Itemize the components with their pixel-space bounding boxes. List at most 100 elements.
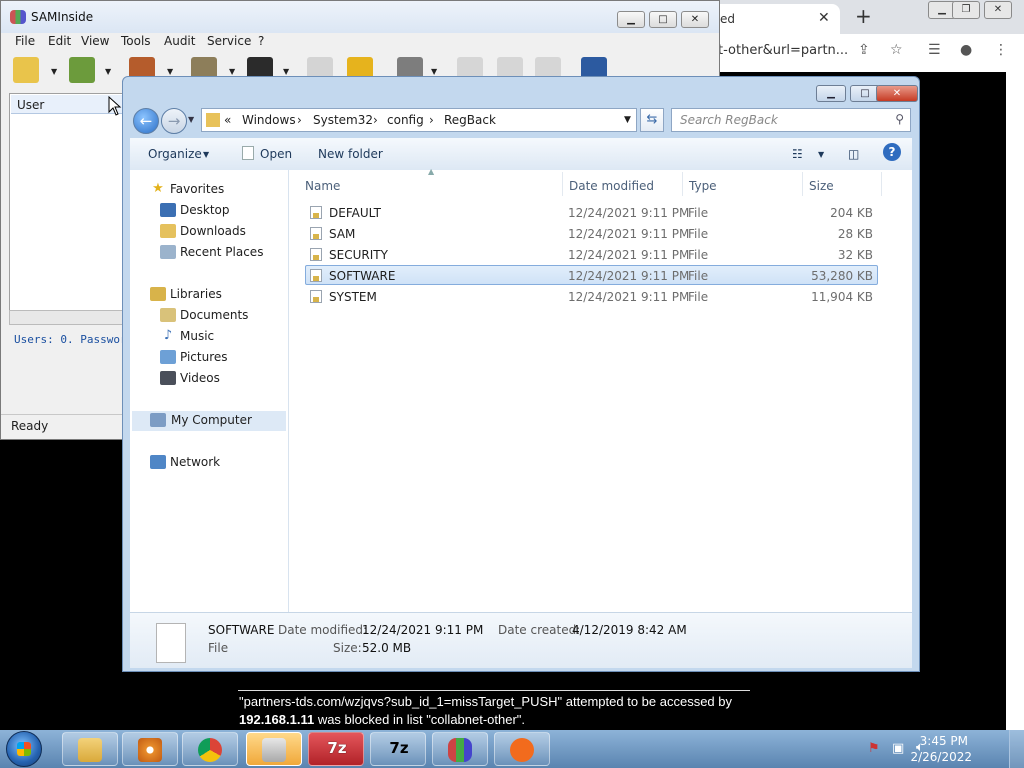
chevron-down-icon[interactable]: ▼ [167,67,173,76]
taskbar-7zip[interactable]: 7z [308,732,364,766]
chevron-down-icon[interactable]: ▼ [229,67,235,76]
show-desktop-button[interactable] [1009,730,1024,768]
chevron-right-icon[interactable]: › [373,113,378,127]
close-icon[interactable]: ✕ [681,11,709,28]
profile-icon[interactable]: ● [960,42,972,58]
nav-desktop[interactable]: Desktop [160,201,280,221]
column-header-size[interactable]: Size [802,172,882,196]
address-dropdown-icon[interactable]: ▼ [624,115,631,125]
downloads-folder-icon [160,224,176,238]
locked-file-icon [310,290,322,303]
chevron-down-icon[interactable]: ▼ [431,67,437,76]
reading-list-icon[interactable]: ☰ [928,42,941,58]
import-icon[interactable] [69,57,95,83]
minimize-icon[interactable]: ▁ [816,85,846,102]
close-tab-icon[interactable]: ✕ [818,10,830,26]
minimize-icon[interactable]: ▁ [617,11,645,28]
refresh-icon[interactable]: ⇆ [640,108,664,132]
chevron-down-icon[interactable]: ▼ [105,67,111,76]
saminside-app-icon [10,10,26,24]
nav-recent-places[interactable]: Recent Places [160,243,280,263]
taskbar-chrome[interactable] [182,732,238,766]
file-row[interactable]: SAM 12/24/2021 9:11 PM File 28 KB [305,223,878,243]
saminside-titlebar[interactable]: SAMInside ▁ □ ✕ [1,1,719,33]
forward-icon[interactable]: → [161,108,187,134]
nav-music[interactable]: ♪ Music [160,327,280,347]
new-tab-icon[interactable]: + [855,4,872,28]
taskbar-media-player[interactable] [122,732,178,766]
back-icon[interactable]: ← [133,108,159,134]
search-icon[interactable]: ⚲ [895,112,904,126]
taskbar-avast[interactable] [494,732,550,766]
taskbar-7zip-2[interactable]: 7z [370,732,426,766]
close-icon[interactable]: ✕ [984,1,1012,19]
menu-file[interactable]: File [15,34,35,48]
network-status-icon[interactable]: ▣ [892,741,904,756]
file-row[interactable]: DEFAULT 12/24/2021 9:11 PM File 204 KB [305,202,878,222]
taskbar-saminside[interactable] [432,732,488,766]
open-folder-icon[interactable] [13,57,39,83]
search-input[interactable]: Search RegBack ⚲ [671,108,911,132]
chevron-down-icon[interactable]: ▼ [283,67,289,76]
chrome-tab[interactable]: ed ✕ [700,4,840,34]
chevron-right-icon[interactable]: › [429,113,434,127]
view-options-icon[interactable]: ☷ [792,147,803,161]
star-icon[interactable]: ☆ [890,42,903,58]
column-header-date-modified[interactable]: Date modified [562,172,683,196]
menu-icon[interactable]: ⋮ [994,42,1008,58]
open-file-icon[interactable] [242,146,254,160]
file-type: File [688,269,709,283]
organize-button[interactable]: Organize [148,147,202,161]
nav-favorites[interactable]: ★ Favorites [150,180,280,200]
chevron-down-icon[interactable]: ▼ [203,150,209,159]
action-center-icon[interactable]: ⚑ [868,741,880,756]
open-button[interactable]: Open [260,147,292,161]
menu-tools[interactable]: Tools [121,34,151,48]
menu-audit[interactable]: Audit [164,34,195,48]
breadcrumb-config[interactable]: config [387,113,424,127]
address-bar[interactable]: « Windows › System32 › config › RegBack … [201,108,637,132]
nav-documents[interactable]: Documents [160,306,280,326]
start-button[interactable] [6,731,42,767]
file-row[interactable]: SYSTEM 12/24/2021 9:11 PM File 11,904 KB [305,286,878,306]
breadcrumb-overflow-icon[interactable]: « [224,113,231,127]
help-icon[interactable]: ? [883,143,901,161]
breadcrumb-regback[interactable]: RegBack [444,113,496,127]
menu-service[interactable]: Service [207,34,251,48]
maximize-icon[interactable]: □ [649,11,677,28]
file-row[interactable]: SECURITY 12/24/2021 9:11 PM File 32 KB [305,244,878,264]
preview-pane-icon[interactable]: ◫ [848,147,859,161]
menu-help[interactable]: ? [258,34,264,48]
notification-divider [238,690,750,691]
nav-downloads[interactable]: Downloads [160,222,280,242]
notification-line2-text: was blocked in list "collabnet-other". [314,712,526,727]
archive-icon [262,738,286,762]
nav-libraries[interactable]: Libraries [150,285,280,305]
nav-pictures[interactable]: Pictures [160,348,280,368]
users-list[interactable]: User [9,93,131,325]
nav-videos[interactable]: Videos [160,369,280,389]
breadcrumb-system32[interactable]: System32 [313,113,373,127]
nav-my-computer[interactable]: My Computer [132,411,286,431]
share-icon[interactable]: ⇪ [858,42,870,58]
close-icon[interactable]: ✕ [876,85,918,102]
taskbar-explorer[interactable] [62,732,118,766]
taskbar-archive-active[interactable] [246,732,302,766]
file-name: SYSTEM [329,290,377,304]
file-row-selected[interactable]: SOFTWARE 12/24/2021 9:11 PM File 53,280 … [305,265,878,285]
nav-network[interactable]: Network [150,453,280,473]
menu-view[interactable]: View [81,34,109,48]
chevron-down-icon[interactable]: ▼ [818,150,824,159]
new-folder-button[interactable]: New folder [318,147,383,161]
chevron-down-icon[interactable]: ▼ [51,67,57,76]
breadcrumb-windows[interactable]: Windows [242,113,296,127]
recent-pages-chevron-icon[interactable]: ▼ [188,115,194,124]
address-bar[interactable]: t-other&url=partn... [718,43,848,58]
horizontal-scrollbar[interactable] [9,310,129,325]
clock-date[interactable]: 2/26/2022 [910,750,972,764]
clock-time[interactable]: 3:45 PM [920,734,968,748]
chevron-right-icon[interactable]: › [297,113,302,127]
column-header-type[interactable]: Type [682,172,803,196]
menu-edit[interactable]: Edit [48,34,71,48]
restore-icon[interactable]: ❐ [952,1,980,19]
